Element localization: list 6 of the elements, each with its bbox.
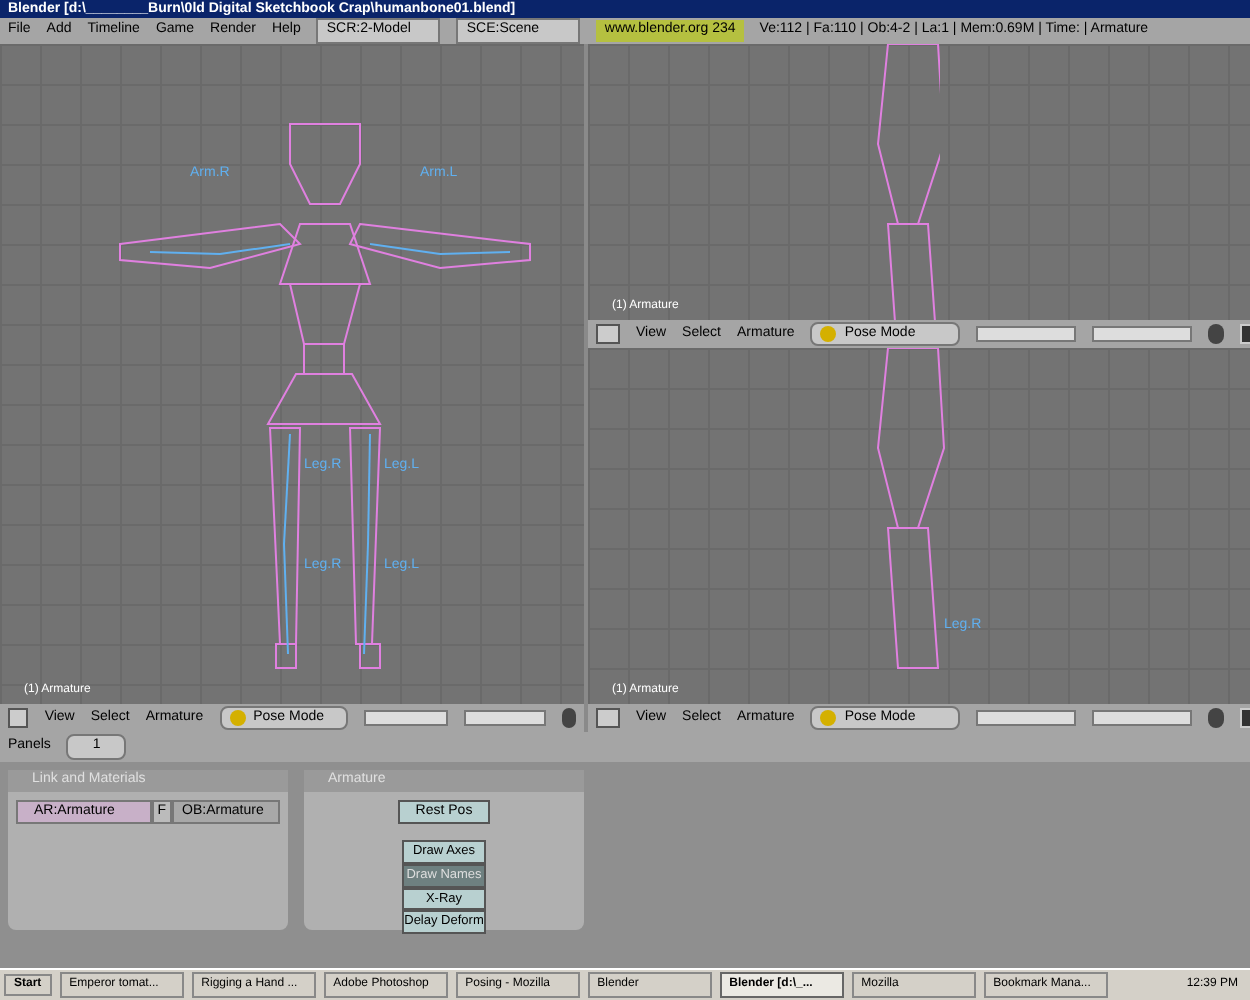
layer-buttons[interactable] bbox=[363, 710, 447, 726]
layer-buttons[interactable] bbox=[1092, 326, 1193, 342]
layer-buttons[interactable] bbox=[976, 326, 1077, 342]
layer-buttons[interactable] bbox=[976, 710, 1077, 726]
layer-buttons[interactable] bbox=[463, 710, 547, 726]
layer-buttons[interactable] bbox=[1092, 710, 1193, 726]
